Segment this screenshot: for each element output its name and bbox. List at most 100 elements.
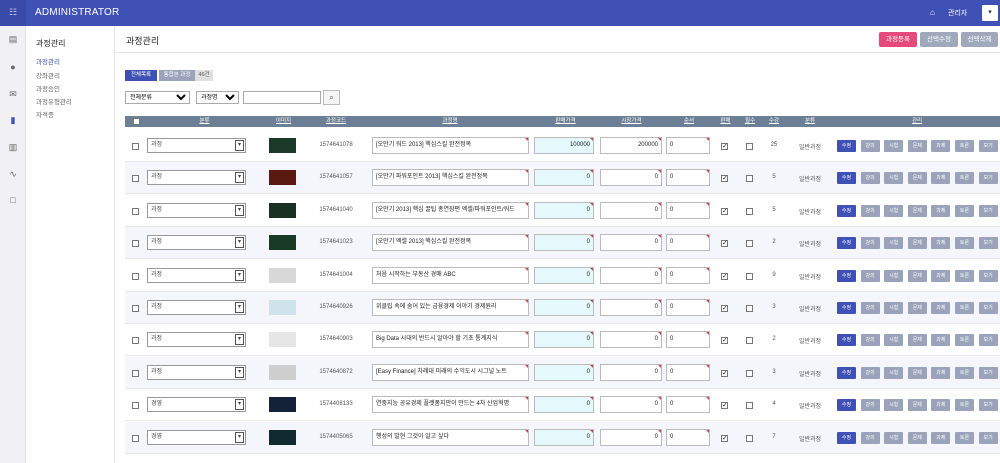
user-icon[interactable]: ●	[6, 61, 20, 73]
sell-checkbox[interactable]: ✓	[721, 143, 728, 150]
square-icon[interactable]: □	[6, 194, 20, 206]
sale-price-input[interactable]: 0	[534, 201, 594, 219]
action-button-0[interactable]: 수정	[837, 334, 856, 347]
required-checkbox[interactable]	[746, 272, 753, 280]
course-name-input[interactable]: Big Data 시대의 반드시 알아야 할 기초 통계지식	[372, 331, 529, 349]
action-button-0[interactable]: 수정	[837, 399, 856, 412]
action-button-3[interactable]: 문제	[907, 366, 927, 379]
action-button-0[interactable]: 수정	[837, 431, 856, 444]
order-input[interactable]: 0	[666, 201, 710, 219]
action-button-1[interactable]: 강의	[860, 269, 880, 282]
row-checkbox[interactable]	[132, 402, 139, 410]
required-checkbox[interactable]	[746, 143, 753, 150]
action-button-4[interactable]: 과제	[931, 399, 951, 412]
action-button-6[interactable]: 보기	[978, 269, 998, 282]
action-button-6[interactable]: 보기	[978, 399, 998, 412]
action-button-0[interactable]: 수정	[837, 172, 856, 185]
action-button-2[interactable]: 시험	[884, 172, 904, 185]
course-name-input[interactable]: 위클립 속에 숨어 있는 금융경제 이야기 경제원리	[372, 299, 529, 316]
row-checkbox[interactable]	[132, 175, 139, 183]
action-button-2[interactable]: 시험	[884, 431, 904, 444]
action-button-4[interactable]: 과제	[931, 204, 951, 217]
order-input[interactable]: 0	[666, 331, 710, 349]
action-button-4[interactable]: 과제	[931, 237, 951, 250]
course-name-input[interactable]: 연중지능 공유경제 플랫폼지만이 만드는 4차 산업혁명	[372, 396, 529, 414]
action-button-6[interactable]: 보기	[978, 237, 998, 250]
order-input[interactable]: 0	[666, 234, 710, 252]
category-select[interactable]: 과정 ▾	[147, 300, 246, 315]
select-all-checkbox[interactable]	[132, 118, 140, 125]
sale-price-input[interactable]: 100000	[534, 137, 594, 154]
sidebar-item-cert[interactable]: 자격증	[36, 109, 54, 119]
action-button-5[interactable]: 토론	[955, 399, 974, 412]
sell-checkbox[interactable]: ✓	[721, 240, 728, 248]
action-button-5[interactable]: 토론	[955, 431, 974, 444]
tab-view[interactable]: 통합본 과정	[159, 70, 195, 81]
search-icon[interactable]: ⌕	[323, 90, 340, 105]
row-checkbox[interactable]	[132, 434, 139, 442]
market-price-input[interactable]: 0	[600, 169, 662, 187]
action-button-5[interactable]: 토론	[955, 334, 974, 347]
row-checkbox[interactable]	[132, 369, 139, 377]
grid-icon[interactable]: ☷	[0, 0, 26, 26]
action-button-3[interactable]: 문제	[907, 172, 927, 185]
sale-price-input[interactable]: 0	[534, 428, 594, 446]
category-select[interactable]: 경영 ▾	[147, 397, 246, 413]
sell-checkbox[interactable]: ✓	[721, 337, 728, 345]
action-button-1[interactable]: 강의	[860, 366, 880, 379]
category-select[interactable]: 경영 ▾	[147, 429, 246, 445]
course-name-input[interactable]: [오만기 파워포인트 2013] 핵심스킬 완전정복	[372, 169, 529, 187]
action-button-2[interactable]: 시험	[884, 204, 904, 217]
edit-selected-button[interactable]: 선택수정	[920, 32, 958, 47]
sale-price-input[interactable]: 0	[534, 363, 594, 381]
row-checkbox[interactable]	[132, 337, 139, 345]
sale-price-input[interactable]: 0	[534, 331, 594, 349]
sale-price-input[interactable]: 0	[534, 234, 594, 252]
order-input[interactable]: 0	[666, 396, 710, 414]
add-course-button[interactable]: 과정등록	[879, 32, 917, 47]
row-checkbox[interactable]	[132, 143, 139, 150]
sale-price-input[interactable]: 0	[534, 396, 594, 414]
category-select[interactable]: 과정 ▾	[147, 267, 246, 283]
action-button-3[interactable]: 문제	[907, 204, 927, 217]
action-button-3[interactable]: 문제	[907, 269, 927, 282]
action-button-4[interactable]: 과제	[931, 172, 951, 185]
market-price-input[interactable]: 0	[600, 201, 662, 219]
order-input[interactable]: 0	[666, 363, 710, 381]
action-button-0[interactable]: 수정	[837, 237, 856, 250]
action-button-3[interactable]: 문제	[907, 140, 927, 152]
action-button-6[interactable]: 보기	[978, 366, 998, 379]
action-button-5[interactable]: 토론	[955, 140, 974, 152]
market-price-input[interactable]: 200000	[600, 137, 662, 154]
sell-checkbox[interactable]: ✓	[721, 369, 728, 377]
action-button-5[interactable]: 토론	[955, 204, 974, 217]
action-button-5[interactable]: 토론	[955, 172, 974, 185]
required-checkbox[interactable]	[746, 434, 753, 442]
sell-checkbox[interactable]: ✓	[721, 402, 728, 410]
action-button-3[interactable]: 문제	[907, 431, 927, 444]
action-button-2[interactable]: 시험	[884, 237, 904, 250]
action-button-0[interactable]: 수정	[837, 366, 856, 379]
sale-price-input[interactable]: 0	[534, 266, 594, 284]
action-button-1[interactable]: 강의	[860, 140, 880, 152]
tab-all[interactable]: 전체목록	[125, 70, 157, 81]
action-button-6[interactable]: 보기	[978, 334, 998, 347]
market-price-input[interactable]: 0	[600, 299, 662, 316]
sell-checkbox[interactable]: ✓	[721, 434, 728, 442]
action-button-1[interactable]: 강의	[860, 334, 880, 347]
action-button-5[interactable]: 토론	[955, 237, 974, 250]
sale-price-input[interactable]: 0	[534, 299, 594, 316]
action-button-3[interactable]: 문제	[907, 237, 927, 250]
row-checkbox[interactable]	[132, 240, 139, 248]
row-checkbox[interactable]	[132, 305, 139, 312]
row-checkbox[interactable]	[132, 207, 139, 215]
sell-checkbox[interactable]: ✓	[721, 207, 728, 215]
course-name-input[interactable]: [Easy Finance] 차례대 미래의 수익도시 시그널 노트	[372, 363, 529, 381]
course-name-input[interactable]: 행성의 발현 그것이 알고 싶다	[372, 428, 529, 446]
market-price-input[interactable]: 0	[600, 396, 662, 414]
action-button-1[interactable]: 강의	[860, 302, 880, 314]
sale-price-input[interactable]: 0	[534, 169, 594, 187]
market-price-input[interactable]: 0	[600, 234, 662, 252]
action-button-1[interactable]: 강의	[860, 204, 880, 217]
required-checkbox[interactable]	[746, 337, 753, 345]
